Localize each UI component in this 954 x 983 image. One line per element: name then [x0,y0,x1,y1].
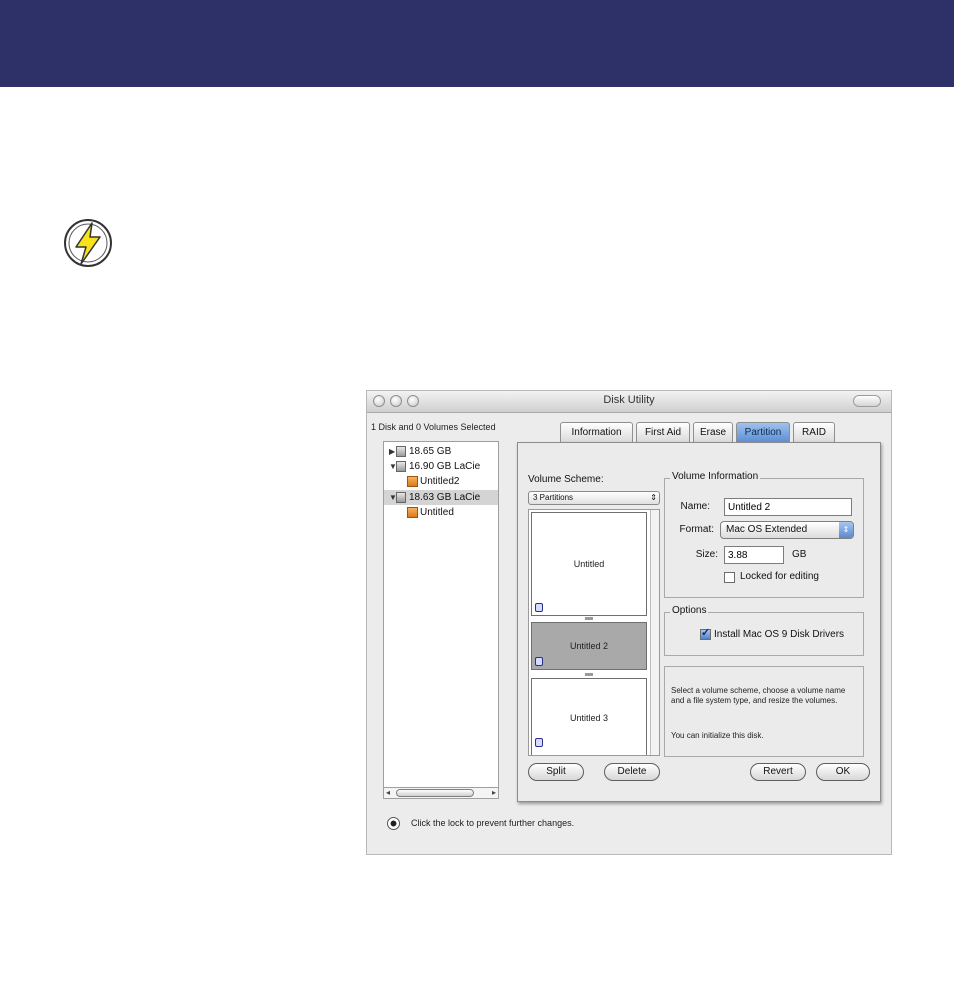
volume-scheme-label: Volume Scheme: [528,474,604,485]
window-title: Disk Utility [603,394,655,406]
disk-list-horizontal-scrollbar[interactable]: ◂ ▸ [383,787,499,799]
volume-icon [407,507,418,518]
partition-map[interactable]: Untitled Untitled 2 Untitled 3 [528,509,660,756]
lightning-bolt-icon [62,217,114,269]
lock-icon [535,738,543,747]
help-text-box: Select a volume scheme, choose a volume … [664,666,864,757]
hard-disk-icon [396,492,406,503]
volume-icon [407,476,418,487]
tab-first-aid[interactable]: First Aid [636,422,690,442]
volume-scheme-select[interactable]: 3 Partitions ⇕ [528,491,660,505]
format-popup[interactable]: Mac OS Extended ⇕ [720,521,854,539]
popup-arrows-icon: ⇕ [650,493,657,502]
volume-size-input[interactable] [724,546,784,564]
tab-partition[interactable]: Partition [736,422,790,442]
title-bar[interactable]: Disk Utility [367,391,891,413]
scrollbar-thumb[interactable] [396,789,474,797]
install-os9-drivers-checkbox[interactable]: ✓ [700,627,711,640]
lock-icon [535,603,543,612]
disk-utility-window: Disk Utility 1 Disk and 0 Volumes Select… [366,390,892,855]
popup-arrows-icon: ⇕ [839,522,853,538]
size-unit-label: GB [792,549,807,560]
format-label: Format: [679,524,714,535]
hard-disk-icon [396,461,406,472]
size-label: Size: [695,549,718,560]
disk-item-16-90gb-lacie[interactable]: ▼ 16.90 GB LaCie [384,459,498,474]
install-os9-drivers-label: Install Mac OS 9 Disk Drivers [714,629,845,640]
tab-information[interactable]: Information [560,422,633,442]
disk-item-18-63gb-lacie[interactable]: ▼ 18.63 GB LaCie [384,490,498,505]
tab-raid[interactable]: RAID [793,422,835,442]
hard-disk-icon [396,446,406,457]
help-text-instructions: Select a volume scheme, choose a volume … [671,686,846,705]
locked-for-editing-label: Locked for editing [740,571,819,582]
lock-icon [535,657,543,666]
disclosure-triangle-icon[interactable]: ▶ [389,444,395,459]
partition-block-untitled-3[interactable]: Untitled 3 [531,678,647,755]
toolbar-toggle-icon[interactable] [853,395,881,407]
delete-button[interactable]: Delete [604,763,660,781]
revert-button[interactable]: Revert [750,763,806,781]
partition-block-untitled-2[interactable]: Untitled 2 [531,622,647,670]
help-text-initialize: You can initialize this disk. [671,731,764,740]
partition-resize-handle[interactable] [585,617,593,620]
volume-information-title: Volume Information [670,471,761,482]
scroll-left-arrow-icon[interactable]: ◂ [386,788,390,797]
partition-block-untitled[interactable]: Untitled [531,512,647,616]
checkmark-icon: ✓ [701,627,711,639]
split-button[interactable]: Split [528,763,584,781]
lock-instruction-text: Click the lock to prevent further change… [411,818,575,828]
volume-item-untitled2[interactable]: Untitled2 [384,474,498,489]
header-banner [0,0,954,87]
volume-name-input[interactable] [724,498,852,516]
partition-resize-handle[interactable] [585,673,593,676]
partition-panel: Volume Scheme: 3 Partitions ⇕ Untitled U… [517,442,881,802]
disk-item-18-65gb[interactable]: ▶ 18.65 GB [384,444,498,459]
volume-item-untitled[interactable]: Untitled [384,505,498,520]
scroll-right-arrow-icon[interactable]: ▸ [492,788,496,797]
locked-for-editing-checkbox[interactable] [724,572,735,583]
options-title: Options [670,605,709,616]
disk-list[interactable]: ▶ 18.65 GB ▼ 16.90 GB LaCie Untitled2 ▼ … [383,441,499,799]
selection-count-label: 1 Disk and 0 Volumes Selected [371,422,496,432]
tab-erase[interactable]: Erase [693,422,733,442]
padlock-icon[interactable] [387,817,400,830]
ok-button[interactable]: OK [816,763,870,781]
partition-map-scrollbar[interactable] [650,510,659,755]
name-label: Name: [680,501,710,512]
